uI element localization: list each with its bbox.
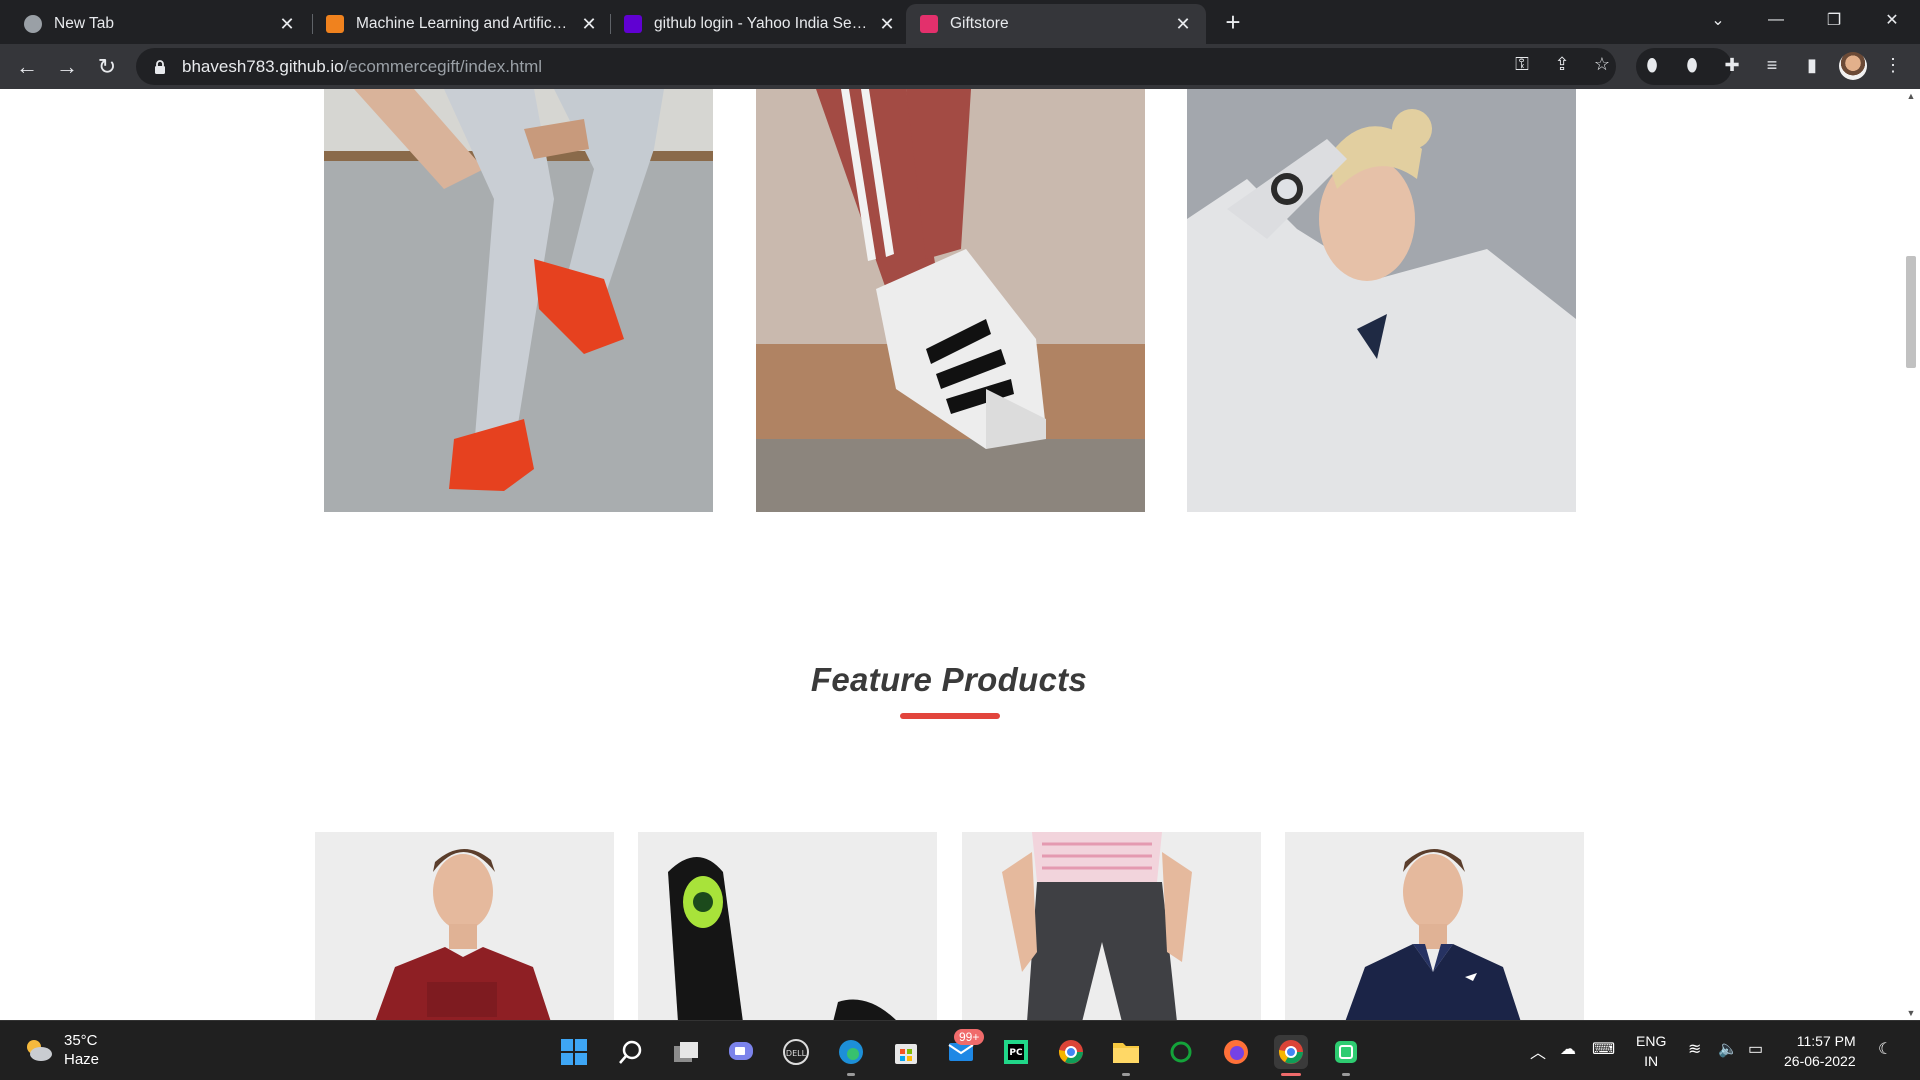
browser-toolbar: ← → ↻ bhavesh783.github.io/ecommercegift…	[0, 44, 1920, 89]
running-indicator	[847, 1073, 855, 1076]
scrollbar-thumb[interactable]	[1906, 256, 1916, 368]
clock-date: 26-06-2022	[1784, 1053, 1856, 1069]
tab-title: Machine Learning and Artificial Intellig…	[356, 15, 570, 32]
tab-search-chevron-icon[interactable]: ⌄	[1690, 0, 1746, 40]
dell-icon[interactable]: DELL	[779, 1035, 813, 1069]
url-path: /ecommercegift/index.html	[343, 56, 543, 76]
product-card[interactable]	[962, 832, 1261, 1020]
share-icon[interactable]: ⇪	[1550, 52, 1574, 76]
microsoft-store-icon[interactable]	[889, 1035, 923, 1069]
promo-image-adidas-hoodie[interactable]	[1187, 89, 1576, 512]
weather-temperature: 35°C	[64, 1032, 98, 1049]
input-language[interactable]: ENG IN	[1636, 1031, 1666, 1071]
product-card[interactable]	[315, 832, 614, 1020]
windows-taskbar: 35°C Haze DELL 99+ PC ︿ ☁ ⌨ ENG IN ≋ 🔈 ▭…	[0, 1020, 1920, 1080]
product-image-grey-joggers	[962, 832, 1261, 1020]
product-image-maroon-tshirt	[315, 832, 614, 1020]
search-icon[interactable]	[614, 1035, 648, 1069]
pycharm-icon[interactable]: PC	[999, 1035, 1033, 1069]
key-icon[interactable]: ⚿	[1510, 52, 1534, 76]
close-tab-icon[interactable]: ✕	[1174, 14, 1192, 34]
minimize-button[interactable]: —	[1748, 0, 1804, 40]
battery-icon[interactable]: ▭	[1748, 1039, 1763, 1059]
chrome-icon[interactable]	[1054, 1035, 1088, 1069]
media-control-icon[interactable]: ≡	[1759, 52, 1785, 78]
extension-icon[interactable]: ⬮	[1639, 52, 1665, 78]
system-clock[interactable]: 11:57 PM 26-06-2022	[1784, 1031, 1856, 1071]
region-code: IN	[1644, 1053, 1659, 1069]
address-bar[interactable]: bhavesh783.github.io/ecommercegift/index…	[136, 48, 1616, 85]
tab-title: New Tab	[54, 15, 115, 32]
circle-app-icon[interactable]	[1164, 1035, 1198, 1069]
close-window-button[interactable]: ✕	[1864, 0, 1920, 40]
page-scrollbar[interactable]: ▲ ▼	[1902, 89, 1920, 1020]
svg-text:PC: PC	[1009, 1048, 1023, 1058]
teams-chat-icon[interactable]	[724, 1035, 758, 1069]
file-explorer-icon[interactable]	[1109, 1035, 1143, 1069]
product-card[interactable]	[638, 832, 937, 1020]
language-code: ENG	[1636, 1033, 1667, 1049]
tab-title: Giftstore	[950, 15, 1009, 32]
weather-haze-icon	[27, 1040, 52, 1061]
globe-icon	[24, 15, 42, 33]
show-hidden-icons-chevron-icon[interactable]: ︿	[1530, 1039, 1546, 1063]
product-image-navy-polo	[1285, 832, 1584, 1020]
bookmark-star-icon[interactable]: ☆	[1590, 52, 1614, 76]
tab-giftstore[interactable]: Giftstore ✕	[906, 4, 1206, 44]
back-arrow-icon[interactable]: ←	[12, 52, 42, 82]
close-tab-icon[interactable]: ✕	[878, 14, 896, 34]
url-text: bhavesh783.github.io/ecommercegift/index…	[182, 57, 542, 77]
active-indicator	[1281, 1073, 1301, 1076]
lock-icon[interactable]	[150, 57, 170, 77]
tab-title: github login - Yahoo India Search Result…	[654, 15, 868, 32]
cube-icon	[326, 15, 344, 33]
profile-avatar[interactable]	[1839, 52, 1867, 80]
close-tab-icon[interactable]: ✕	[278, 14, 296, 34]
mail-unread-badge: 99+	[954, 1029, 985, 1045]
weather-condition: Haze	[64, 1051, 100, 1068]
forward-arrow-icon[interactable]: →	[52, 52, 82, 82]
running-indicator	[1342, 1073, 1350, 1076]
tab-yahoo-search[interactable]: github login - Yahoo India Search Result…	[610, 4, 910, 44]
puzzle-icon[interactable]: ✚	[1719, 52, 1745, 78]
product-image-black-sneaker	[638, 832, 937, 1020]
screen-capture-icon[interactable]	[1329, 1035, 1363, 1069]
side-panel-icon[interactable]: ▮	[1799, 52, 1825, 78]
clock-time: 11:57 PM	[1796, 1033, 1856, 1049]
tab-machine-learning[interactable]: Machine Learning and Artificial Intellig…	[312, 4, 612, 44]
feature-products-title: Feature Products	[810, 661, 1088, 698]
keyboard-icon[interactable]: ⌨	[1592, 1039, 1615, 1059]
task-view-icon[interactable]	[669, 1035, 703, 1069]
running-indicator	[1122, 1073, 1130, 1076]
notifications-icon[interactable]: ☾	[1878, 1039, 1892, 1059]
volume-icon[interactable]: 🔈	[1718, 1039, 1738, 1059]
tab-new-tab[interactable]: New Tab ✕	[10, 4, 310, 44]
start-windows-icon[interactable]	[557, 1035, 591, 1069]
edge-browser-icon[interactable]	[834, 1035, 868, 1069]
promo-image-superstar-sneaker[interactable]	[756, 89, 1145, 512]
onedrive-offline-icon[interactable]: ☁	[1560, 1039, 1576, 1059]
yahoo-icon	[624, 15, 642, 33]
scroll-down-arrow-icon[interactable]: ▼	[1906, 1008, 1916, 1018]
url-host: bhavesh783.github.io	[182, 56, 344, 76]
svg-text:DELL: DELL	[786, 1049, 807, 1058]
tab-strip: New Tab ✕ Machine Learning and Artificia…	[0, 0, 1920, 44]
chrome-profile-icon[interactable]	[1274, 1035, 1308, 1069]
new-tab-button[interactable]: +	[1218, 8, 1248, 38]
page-viewport: Feature Products	[0, 89, 1920, 1020]
promo-image-sneakers[interactable]	[324, 89, 713, 512]
firefox-icon[interactable]	[1219, 1035, 1253, 1069]
weather-widget[interactable]: 35°C Haze	[22, 1031, 99, 1069]
restore-button[interactable]: ❐	[1806, 0, 1862, 40]
extension-icon[interactable]: ⬮	[1679, 52, 1705, 78]
gift-icon	[920, 15, 938, 33]
menu-kebab-icon[interactable]: ⋮	[1880, 52, 1906, 78]
reload-icon[interactable]: ↻	[92, 52, 122, 82]
title-underline	[900, 713, 1000, 719]
scroll-up-arrow-icon[interactable]: ▲	[1906, 91, 1916, 101]
close-tab-icon[interactable]: ✕	[580, 14, 598, 34]
wifi-icon[interactable]: ≋	[1688, 1039, 1701, 1059]
product-card[interactable]	[1285, 832, 1584, 1020]
